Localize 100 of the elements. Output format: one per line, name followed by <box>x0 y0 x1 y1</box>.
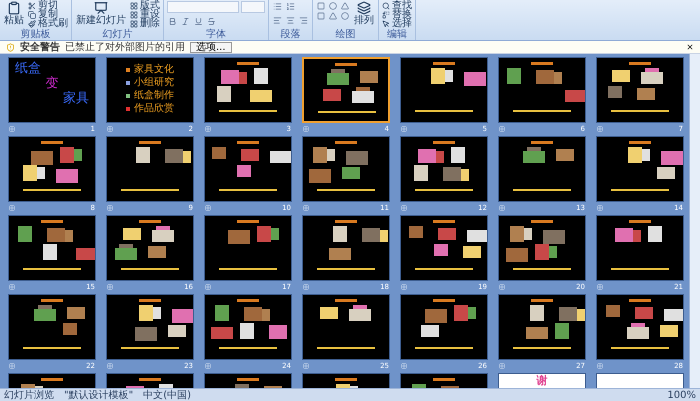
group-label: 绘图 <box>334 30 356 40</box>
slide-thumbnail[interactable] <box>596 136 684 202</box>
align-center-icon[interactable] <box>285 15 296 26</box>
square-icon[interactable] <box>316 1 326 11</box>
photo-placeholder <box>329 248 351 260</box>
slide-thumbnail[interactable] <box>106 215 194 281</box>
photo-placeholder <box>414 165 428 181</box>
slide-thumbnail[interactable] <box>400 57 488 123</box>
italic-icon[interactable] <box>180 16 191 27</box>
slide-thumbnail[interactable] <box>596 215 684 281</box>
scroll-bar[interactable] <box>689 54 700 388</box>
caption-line <box>513 189 571 191</box>
photo-placeholder <box>18 226 32 242</box>
photo-placeholder <box>454 305 468 321</box>
underline-icon[interactable] <box>193 16 204 27</box>
title-line <box>237 378 259 381</box>
transition-icon <box>597 284 603 290</box>
slide-thumbnail[interactable] <box>498 215 586 281</box>
ribbon-button[interactable]: 替换 <box>382 10 412 19</box>
photo-placeholder <box>269 325 287 339</box>
square-icon[interactable] <box>316 11 326 21</box>
strikethrough-icon[interactable] <box>206 16 217 27</box>
photo-placeholder <box>664 309 683 321</box>
slide-thumbnail[interactable] <box>204 136 292 202</box>
photo-placeholder <box>660 325 678 337</box>
align-left-icon[interactable] <box>272 15 283 26</box>
slide-thumbnail[interactable] <box>106 294 194 360</box>
slide-thumbnail[interactable] <box>106 136 194 202</box>
ribbon-button[interactable]: 复制 <box>28 10 68 19</box>
slide-thumbnail[interactable] <box>8 294 96 360</box>
caption-line <box>611 189 669 191</box>
slide-thumbnail[interactable]: 家具文化 小组研究 纸盒制作 作品欣赏 <box>106 57 194 123</box>
slide-thumbnail[interactable] <box>204 294 292 360</box>
new-slide-button[interactable]: 新建幻灯片 <box>75 1 127 26</box>
triangle-icon[interactable] <box>340 1 350 11</box>
bold-icon[interactable] <box>167 16 178 27</box>
slide-thumbnail[interactable] <box>498 136 586 202</box>
font-name-field[interactable] <box>167 1 239 13</box>
close-icon[interactable] <box>686 43 694 51</box>
language: 中文(中国) <box>143 390 192 400</box>
caption-line <box>513 347 571 349</box>
slide-thumbnail[interactable] <box>400 215 488 281</box>
paste-button[interactable]: 粘贴 <box>3 1 25 26</box>
ribbon-button[interactable]: 选择 <box>382 19 412 28</box>
ribbon-button[interactable]: 格式刷 <box>28 19 68 28</box>
photo-placeholder <box>237 165 251 177</box>
arrange-button[interactable]: 排列 <box>353 1 375 26</box>
photo-placeholder <box>257 226 271 242</box>
triangle-icon[interactable] <box>328 11 338 21</box>
photo-placeholder <box>628 147 642 163</box>
slide-thumbnail[interactable] <box>400 136 488 202</box>
ribbon-button[interactable]: 版式 <box>130 1 160 10</box>
shield-icon <box>6 42 15 52</box>
slide-thumbnail[interactable] <box>498 57 586 123</box>
photo-placeholder <box>56 169 78 183</box>
slide-thumbnail[interactable] <box>8 136 96 202</box>
caption-line <box>23 347 81 349</box>
warning-title: 安全警告 <box>20 40 60 54</box>
title-line <box>335 63 357 66</box>
circle-icon[interactable] <box>328 1 338 11</box>
photo-placeholder <box>506 248 528 262</box>
photo-placeholder <box>212 147 226 159</box>
slide-thumbnail[interactable] <box>596 294 684 360</box>
caption-line <box>219 347 277 349</box>
ribbon-button[interactable]: 查找 <box>382 1 412 10</box>
photo-placeholder <box>434 244 448 256</box>
photo-placeholder <box>657 167 675 179</box>
photo-placeholder <box>559 307 577 321</box>
transition-icon <box>401 284 407 290</box>
slide-thumbnail[interactable] <box>302 136 390 202</box>
transition-icon <box>499 126 505 132</box>
slide-thumbnail[interactable]: 谢 <box>498 373 586 388</box>
slide-thumbnail[interactable] <box>596 57 684 123</box>
slide-thumbnail[interactable] <box>498 294 586 360</box>
caption-line <box>611 268 669 270</box>
ribbon-button[interactable]: 删除 <box>130 19 160 28</box>
slide-thumbnail[interactable] <box>302 294 390 360</box>
photo-placeholder <box>463 246 481 258</box>
slide-thumbnail[interactable] <box>204 57 292 123</box>
slide-thumbnail[interactable] <box>302 57 390 123</box>
photo-placeholder <box>244 307 262 321</box>
slide-thumbnail[interactable]: 纸盒 变 家具 <box>8 57 96 123</box>
transition-icon <box>9 205 15 211</box>
slide-thumbnail[interactable] <box>302 215 390 281</box>
caption-line <box>415 189 473 191</box>
slide-thumbnail[interactable] <box>204 215 292 281</box>
align-right-icon[interactable] <box>298 15 309 26</box>
slide-thumbnail[interactable] <box>400 294 488 360</box>
photo-placeholder <box>215 305 229 321</box>
group-label: 字体 <box>205 30 227 40</box>
circle-icon[interactable] <box>340 11 350 21</box>
zoom-level: 100% <box>667 390 696 400</box>
slide-thumbnail[interactable] <box>8 215 96 281</box>
photo-placeholder <box>507 68 521 84</box>
photo-placeholder <box>228 230 250 244</box>
caption-line <box>121 189 179 191</box>
options-button[interactable]: 选项... <box>190 42 232 52</box>
ribbon-button[interactable]: 重设 <box>130 10 160 19</box>
numbered-list-icon[interactable] <box>285 1 296 12</box>
font-size-field[interactable] <box>241 1 265 13</box>
